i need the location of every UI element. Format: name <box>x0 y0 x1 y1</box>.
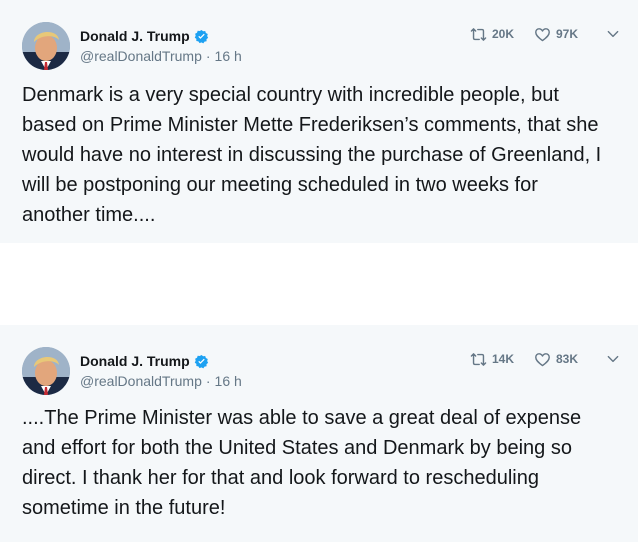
avatar-image <box>22 347 70 395</box>
tweet-card[interactable]: Donald J. Trump @realDonaldTrump · 16 h … <box>0 325 638 542</box>
retweet-count: 14K <box>491 352 514 366</box>
chevron-down-icon <box>607 355 619 363</box>
tweet-text: ....The Prime Minister was able to save … <box>22 407 582 519</box>
retweet-button[interactable]: 14K <box>470 351 514 368</box>
meta-separator: · <box>205 373 211 389</box>
author-row[interactable]: Donald J. Trump <box>80 352 209 370</box>
more-options-button[interactable] <box>606 27 620 41</box>
retweet-icon <box>470 27 487 41</box>
chevron-down-icon <box>607 30 619 38</box>
heart-icon <box>535 27 550 41</box>
avatar[interactable] <box>22 347 70 395</box>
meta-separator: · <box>205 48 211 64</box>
author-handle[interactable]: @realDonaldTrump <box>80 48 202 64</box>
like-button[interactable]: 83K <box>534 351 578 368</box>
tweet-timestamp[interactable]: 16 h <box>215 373 242 389</box>
verified-badge-icon <box>194 354 208 368</box>
tweet-meta: @realDonaldTrump · 16 h <box>80 48 242 64</box>
more-options-button[interactable] <box>606 352 620 366</box>
avatar[interactable] <box>22 22 70 70</box>
tweet-timestamp[interactable]: 16 h <box>215 48 242 64</box>
author-row[interactable]: Donald J. Trump <box>80 27 209 45</box>
retweet-icon <box>470 352 487 366</box>
tweet-text: Denmark is a very special country with i… <box>22 84 602 226</box>
like-button[interactable]: 97K <box>534 26 578 43</box>
tweet-meta: @realDonaldTrump · 16 h <box>80 373 242 389</box>
avatar-image <box>22 22 70 70</box>
verified-badge-icon <box>194 29 208 43</box>
like-count: 83K <box>555 352 578 366</box>
tweet-actions: 20K 97K <box>470 24 620 44</box>
author-handle[interactable]: @realDonaldTrump <box>80 373 202 389</box>
tweet-card[interactable]: Donald J. Trump @realDonaldTrump · 16 h … <box>0 0 638 243</box>
author-name[interactable]: Donald J. Trump <box>80 353 190 369</box>
tweet-actions: 14K 83K <box>470 349 620 369</box>
author-name[interactable]: Donald J. Trump <box>80 28 190 44</box>
retweet-button[interactable]: 20K <box>470 26 514 43</box>
heart-icon <box>535 352 550 366</box>
retweet-count: 20K <box>491 27 514 41</box>
like-count: 97K <box>555 27 578 41</box>
